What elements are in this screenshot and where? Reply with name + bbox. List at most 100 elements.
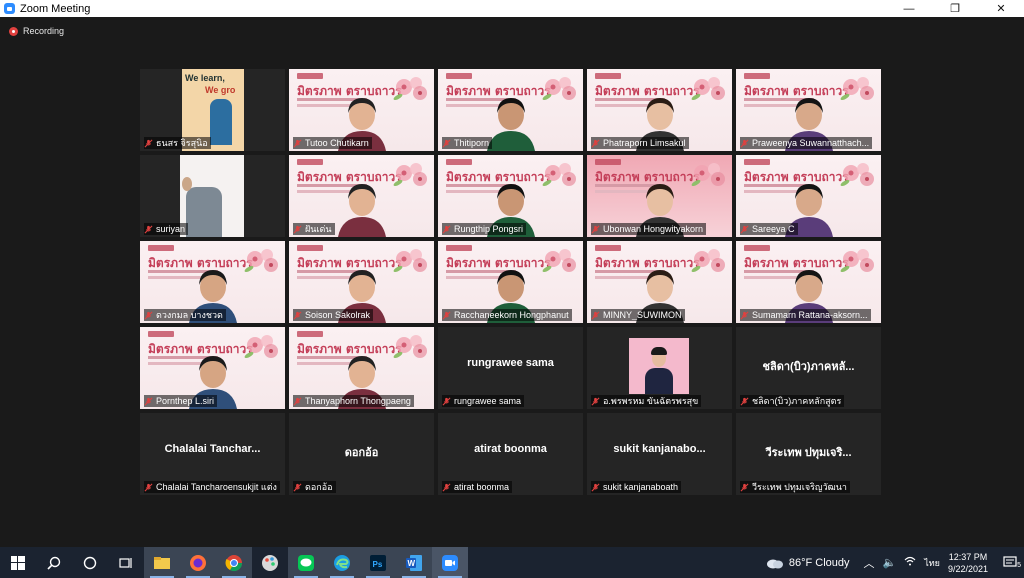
participant-tile[interactable]: มิตรภาพ ตราบถาวร Praweenya Suwannatthach.… (736, 69, 881, 151)
participant-tile[interactable]: มิตรภาพ ตราบถาวร Pornthep L.siri (140, 327, 285, 409)
banner-figure (210, 99, 232, 145)
participant-name-label: ฝันเด่น (293, 223, 335, 235)
flower-decoration (840, 163, 874, 187)
zoom-icon[interactable] (432, 547, 468, 578)
participant-tile[interactable]: มิตรภาพ ตราบถาวร Racchaneekorn Hongphanut (438, 241, 583, 323)
mic-muted-icon (442, 139, 451, 147)
wifi-icon[interactable] (904, 556, 916, 569)
recording-indicator[interactable]: Recording (9, 26, 64, 36)
weather-text[interactable]: 86°F Cloudy (789, 557, 850, 569)
chevron-up-icon[interactable]: ︿ (864, 555, 875, 571)
participant-tile[interactable]: มิตรภาพ ตราบถาวร ฝันเด่น (289, 155, 434, 237)
participant-tile[interactable]: อ.พรพรหม ขันฉัตรพรสุข (587, 327, 732, 409)
windows-start-icon[interactable] (0, 547, 36, 578)
volume-icon[interactable]: 🔈 (883, 556, 897, 569)
file-explorer-icon[interactable] (144, 547, 180, 578)
mic-muted-icon (144, 483, 153, 491)
weather-cloud-icon[interactable] (766, 557, 784, 569)
flower-decoration (691, 249, 725, 273)
slide-logo (446, 73, 472, 79)
mic-muted-icon (293, 483, 302, 491)
slide-logo (297, 331, 323, 337)
participant-name: อ.พรพรหม ขันฉัตรพรสุข (603, 396, 699, 406)
participant-tile[interactable]: มิตรภาพ ตราบถาวร Sumamarn Rattana-aksorn.… (736, 241, 881, 323)
participant-name-label: Sumamarn Rattana-aksorn... (740, 309, 871, 321)
close-button[interactable]: ✕ (978, 0, 1024, 17)
participant-name-label: Sareeya C (740, 223, 798, 235)
participant-display-name: ดอกอ้อ (344, 447, 379, 459)
line-icon[interactable] (288, 547, 324, 578)
participant-tile[interactable]: rungrawee sama rungrawee sama (438, 327, 583, 409)
participant-tile[interactable]: We learn, We gro ธนสร จิรสุนิอ (140, 69, 285, 151)
paint-icon[interactable] (252, 547, 288, 578)
participant-name: sukit kanjanaboath (603, 482, 679, 492)
participant-tile[interactable]: มิตรภาพ ตราบถาวร Ubonwan Hongwityakorn (587, 155, 732, 237)
participant-name-label: วีระเทพ ปทุมเจริญวัฒนา (740, 481, 850, 493)
flower-decoration (244, 335, 278, 359)
slide-logo (744, 73, 770, 79)
participant-name-label: Soison Sakolrak (293, 309, 374, 321)
notification-icon[interactable]: 5 (996, 556, 1024, 569)
zoom-app-icon (4, 3, 15, 14)
flower-decoration (840, 77, 874, 101)
mic-muted-icon (442, 311, 451, 319)
cortana-icon[interactable] (72, 547, 108, 578)
participant-tile[interactable]: มิตรภาพ ตราบถาวร ดวงกมล บางชวด (140, 241, 285, 323)
minimize-button[interactable]: — (886, 0, 932, 17)
participant-tile[interactable]: atirat boonma atirat boonma (438, 413, 583, 495)
participant-tile[interactable]: มิตรภาพ ตราบถาวร Thanyaphorn Thongpaeng (289, 327, 434, 409)
participant-tile[interactable]: มิตรภาพ ตราบถาวร Rungthip Pongsri (438, 155, 583, 237)
flower-decoration (244, 249, 278, 273)
participant-tile[interactable]: sukit kanjanabo... sukit kanjanaboath (587, 413, 732, 495)
participant-tile[interactable]: มิตรภาพ ตราบถาวร Tutoo Chutikarn (289, 69, 434, 151)
participant-name: Thitiporn (454, 138, 490, 148)
participant-name-label: MINNY_SUWIMON (591, 309, 685, 321)
participant-tile[interactable]: มิตรภาพ ตราบถาวร Sareeya C (736, 155, 881, 237)
participant-name-label: Pornthep L.siri (144, 395, 218, 407)
flower-decoration (691, 77, 725, 101)
flower-decoration (542, 163, 576, 187)
mic-muted-icon (740, 311, 749, 319)
flower-decoration (542, 249, 576, 273)
mic-muted-icon (591, 225, 600, 233)
participant-tile[interactable]: suriyan (140, 155, 285, 237)
photoshop-icon[interactable]: Ps (360, 547, 396, 578)
participant-name: ธนสร จิรสุนิอ (156, 138, 208, 148)
participant-name: Pornthep L.siri (156, 396, 215, 406)
flower-decoration (840, 249, 874, 273)
window-title-bar: Zoom Meeting — ❐ ✕ (0, 0, 1024, 17)
participant-tile[interactable]: Chalalai Tanchar... Chalalai Tancharoensu… (140, 413, 285, 495)
system-tray: 86°F Cloudy ︿ 🔈 ไทย 12:37 PM 9/22/2021 5 (766, 547, 1024, 578)
language-indicator[interactable]: ไทย (924, 556, 940, 570)
participant-tile[interactable]: มิตรภาพ ตราบถาวร Thitiporn (438, 69, 583, 151)
participant-tile[interactable]: ชลิดา(บิว)ภาคหลั... ชลิดา(บิว)ภาคหลักสูตร (736, 327, 881, 409)
mic-muted-icon (144, 139, 153, 147)
participant-tile[interactable]: ดอกอ้อ ดอกอ้อ (289, 413, 434, 495)
participant-tile[interactable]: วีระเทพ ปทุมเจริ... วีระเทพ ปทุมเจริญวัฒน… (736, 413, 881, 495)
participant-display-name: sukit kanjanabo... (613, 443, 706, 455)
recording-label: Recording (23, 26, 65, 36)
mic-muted-icon (144, 397, 153, 405)
clock-time: 12:37 PM (948, 551, 988, 562)
participant-tile[interactable]: มิตรภาพ ตราบถาวร MINNY_SUWIMON (587, 241, 732, 323)
mic-muted-icon (740, 483, 749, 491)
edge-icon[interactable] (324, 547, 360, 578)
participant-name: Ubonwan Hongwityakorn (603, 224, 704, 234)
search-icon[interactable] (36, 547, 72, 578)
word-icon[interactable]: W (396, 547, 432, 578)
maximize-button[interactable]: ❐ (932, 0, 978, 17)
windows-taskbar: Ps W 86°F Cloudy ︿ 🔈 ไทย 12:37 PM 9/22/2… (0, 547, 1024, 578)
participant-name: Rungthip Pongsri (454, 224, 524, 234)
participant-name: Praweenya Suwannatthach... (752, 138, 870, 148)
window-title: Zoom Meeting (20, 2, 91, 15)
window-controls: — ❐ ✕ (886, 0, 1024, 17)
participant-tile[interactable]: มิตรภาพ ตราบถาวร Phatraporn Limsakul (587, 69, 732, 151)
participant-name-label: ชลิดา(บิว)ภาคหลักสูตร (740, 395, 845, 407)
task-view-icon[interactable] (108, 547, 144, 578)
participant-tile[interactable]: มิตรภาพ ตราบถาวร Soison Sakolrak (289, 241, 434, 323)
clock[interactable]: 12:37 PM 9/22/2021 (948, 551, 988, 575)
banner-text-1: We learn, (185, 73, 225, 83)
flower-decoration (393, 77, 427, 101)
chrome-icon[interactable] (216, 547, 252, 578)
firefox-icon[interactable] (180, 547, 216, 578)
